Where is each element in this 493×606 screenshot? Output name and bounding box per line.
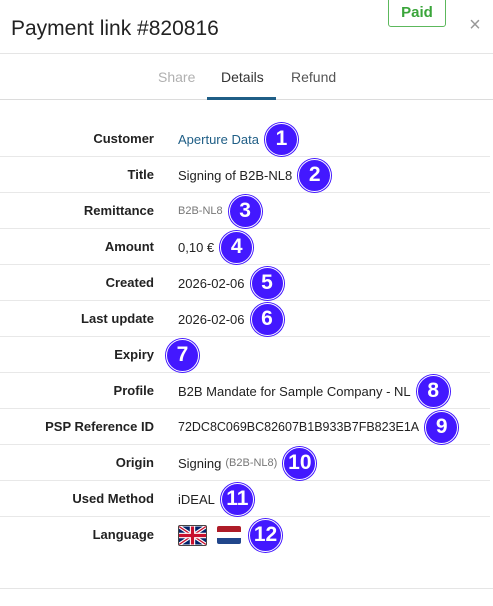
- annotation-marker: 3: [228, 194, 262, 228]
- modal-title: Payment link #820816: [11, 17, 219, 40]
- profile-value-cell: B2B Mandate for Sample Company - NL 8: [178, 373, 450, 409]
- amount-value: 0,10 €: [178, 239, 215, 255]
- customer-value-cell: Aperture Data 1: [178, 121, 298, 157]
- details-table: Customer Aperture Data 1 Title Signing o…: [0, 121, 493, 553]
- tab-share[interactable]: Share: [158, 69, 195, 85]
- payment-link-modal: Payment link #820816 Paid × Share Detail…: [0, 0, 493, 606]
- title-value: Signing of B2B-NL8: [178, 167, 293, 183]
- profile-label: Profile: [113, 383, 154, 398]
- details-row-expiry: Expiry 7: [0, 337, 490, 373]
- amount-value-cell: 0,10 € 4: [178, 229, 254, 265]
- origin-value-cell: Signing (B2B-NL8) 10: [178, 445, 317, 481]
- details-row-psp-reference: PSP Reference ID 72DC8C069BC82607B1B933B…: [0, 409, 490, 445]
- profile-value: B2B Mandate for Sample Company - NL: [178, 383, 411, 399]
- annotation-marker: 8: [416, 374, 450, 408]
- title-value-cell: Signing of B2B-NL8 2: [178, 157, 332, 193]
- remittance-value: B2B-NL8: [178, 205, 223, 217]
- created-value: 2026-02-06: [178, 275, 245, 291]
- close-button[interactable]: ×: [467, 14, 483, 36]
- uk-flag-icon[interactable]: [178, 524, 207, 546]
- details-row-used-method: Used Method iDEAL 11: [0, 481, 490, 517]
- used-method-value: iDEAL: [178, 491, 215, 507]
- annotation-marker: 9: [425, 410, 459, 444]
- used-method-value-cell: iDEAL 11: [178, 481, 254, 517]
- last-update-value: 2026-02-06: [178, 311, 245, 327]
- created-value-cell: 2026-02-06 5: [178, 265, 284, 301]
- remittance-label: Remittance: [83, 203, 154, 218]
- details-row-remittance: Remittance B2B-NL8 3: [0, 193, 490, 229]
- title-label: Title: [127, 167, 155, 182]
- details-row-customer: Customer Aperture Data 1: [0, 121, 490, 157]
- details-row-title: Title Signing of B2B-NL8 2: [0, 157, 490, 193]
- expiry-label: Expiry: [114, 347, 154, 362]
- annotation-marker: 12: [249, 518, 282, 552]
- last-update-value-cell: 2026-02-06 6: [178, 301, 284, 337]
- annotation-marker: 5: [250, 266, 284, 300]
- customer-link[interactable]: Aperture Data: [178, 132, 259, 147]
- tab-refund[interactable]: Refund: [291, 69, 336, 85]
- customer-label: Customer: [93, 131, 154, 146]
- amount-label: Amount: [104, 239, 154, 254]
- footer-divider: [0, 588, 493, 589]
- details-row-language: Language 12: [0, 517, 490, 553]
- annotation-marker: 6: [250, 302, 284, 336]
- annotation-marker: 4: [220, 230, 254, 264]
- tab-bar: Share Details Refund: [0, 54, 493, 100]
- annotation-marker: 11: [220, 482, 254, 516]
- annotation-marker: 7: [166, 338, 199, 372]
- annotation-marker: 2: [298, 158, 332, 192]
- psp-reference-value-cell: 72DC8C069BC82607B1B933B7FB823E1A 9: [178, 409, 459, 445]
- expiry-value-cell: 7: [160, 337, 199, 373]
- origin-value: Signing: [178, 455, 222, 471]
- tab-details[interactable]: Details: [221, 69, 264, 85]
- last-update-label: Last update: [81, 311, 154, 326]
- details-row-last-update: Last update 2026-02-06 6: [0, 301, 490, 337]
- origin-label: Origin: [115, 455, 154, 470]
- annotation-marker: 1: [264, 122, 298, 156]
- used-method-label: Used Method: [72, 491, 154, 506]
- details-row-origin: Origin Signing (B2B-NL8) 10: [0, 445, 490, 481]
- created-label: Created: [105, 275, 154, 290]
- details-row-created: Created 2026-02-06 5: [0, 265, 490, 301]
- language-value-cell: 12: [178, 517, 282, 553]
- details-row-amount: Amount 0,10 € 4: [0, 229, 490, 265]
- annotation-marker: 10: [283, 446, 317, 480]
- netherlands-flag-icon[interactable]: [217, 526, 241, 544]
- psp-reference-value: 72DC8C069BC82607B1B933B7FB823E1A: [178, 420, 420, 434]
- modal-header: Payment link #820816 Paid ×: [0, 0, 493, 54]
- language-label: Language: [92, 527, 154, 542]
- remittance-value-cell: B2B-NL8 3: [178, 193, 262, 229]
- origin-sub-value: (B2B-NL8): [225, 457, 278, 469]
- psp-reference-label: PSP Reference ID: [45, 419, 154, 434]
- details-row-profile: Profile B2B Mandate for Sample Company -…: [0, 373, 490, 409]
- status-badge: Paid: [388, 0, 446, 27]
- active-tab-indicator: [207, 97, 276, 100]
